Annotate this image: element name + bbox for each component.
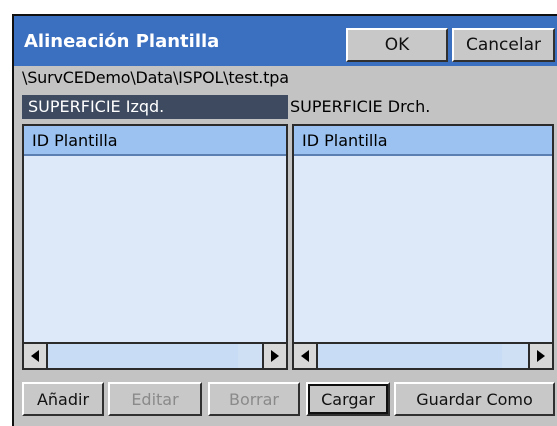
left-list-column-header[interactable]: ID Plantilla (24, 126, 286, 156)
left-horizontal-scrollbar[interactable] (24, 342, 286, 368)
arrow-right-icon (537, 350, 545, 362)
left-list-body[interactable] (24, 156, 286, 342)
window-title: Alineación Plantilla (24, 31, 220, 52)
right-list-body[interactable] (294, 156, 552, 342)
save-as-button[interactable]: Guardar Como (394, 382, 555, 416)
ok-button[interactable]: OK (346, 28, 448, 62)
right-horizontal-scrollbar[interactable] (294, 342, 552, 368)
left-surface-label[interactable]: SUPERFICIE Izqd. (22, 95, 288, 119)
left-list-scroll-left-button[interactable] (24, 344, 48, 368)
left-list-scroll-thumb[interactable] (48, 344, 238, 368)
left-template-list[interactable]: ID Plantilla (22, 124, 288, 370)
right-list-column-header[interactable]: ID Plantilla (294, 126, 552, 156)
cancel-button[interactable]: Cancelar (452, 28, 555, 62)
right-list-scroll-right-button[interactable] (528, 344, 552, 368)
load-button[interactable]: Cargar (306, 382, 390, 416)
arrow-right-icon (271, 350, 279, 362)
right-list-scroll-thumb[interactable] (318, 344, 502, 368)
add-button[interactable]: Añadir (22, 382, 104, 416)
delete-button: Borrar (208, 382, 300, 416)
right-template-list[interactable]: ID Plantilla (292, 124, 554, 370)
arrow-left-icon (31, 350, 39, 362)
left-list-scroll-right-button[interactable] (262, 344, 286, 368)
right-surface-label[interactable]: SUPERFICIE Drch. (288, 95, 556, 119)
edit-button: Editar (108, 382, 202, 416)
file-path: \SurvCEDemo\Data\ISPOL\test.tpa (22, 68, 289, 87)
arrow-left-icon (301, 350, 309, 362)
right-list-scroll-left-button[interactable] (294, 344, 318, 368)
